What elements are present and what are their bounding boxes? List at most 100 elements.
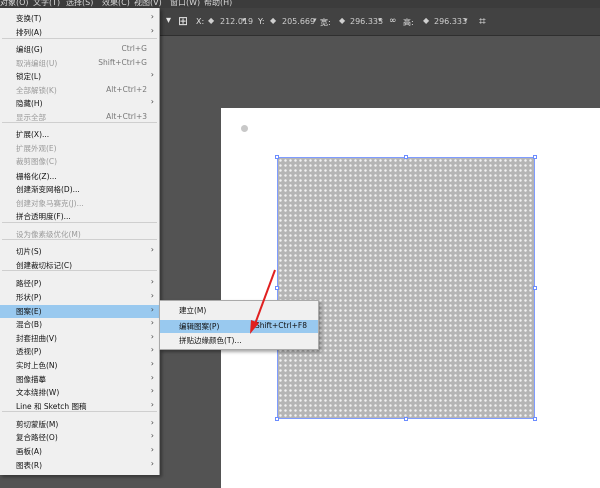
- menu-item[interactable]: 排列(A) ›: [0, 26, 159, 39]
- width-stepper[interactable]: ◆: [339, 16, 345, 25]
- chevron-right-icon: ›: [150, 12, 154, 21]
- chevron-right-icon: ›: [150, 26, 154, 35]
- y-label: Y:: [258, 17, 265, 26]
- menu-item[interactable]: 形状(P) ›: [0, 291, 159, 304]
- link-icon[interactable]: ∞: [389, 16, 397, 26]
- menu-item[interactable]: 设为像素级优化(M): [0, 228, 159, 241]
- menu-item[interactable]: 裁剪图像(C): [0, 155, 159, 168]
- menu-item-label: 剪切蒙版(M): [16, 420, 59, 429]
- menu-item[interactable]: 封套扭曲(V) ›: [0, 332, 159, 345]
- chevron-right-icon: ›: [150, 332, 154, 341]
- chevron-right-icon: ›: [150, 400, 154, 409]
- menu-item-label: 混合(B): [16, 320, 42, 329]
- menu-item-label: 创建对象马赛克(J)...: [16, 199, 84, 208]
- menu-item[interactable]: 全部解锁(K) Alt+Ctrl+2: [0, 84, 159, 97]
- y-stepper[interactable]: ◆: [270, 16, 276, 25]
- menu-item-label: 图案(E): [16, 307, 42, 316]
- menu-item-label: 全部解锁(K): [16, 86, 57, 95]
- menu-item[interactable]: Line 和 Sketch 图稿 ›: [0, 400, 159, 413]
- menu-bar: 对象(O) 文字(T) 选择(S) 效果(C) 视图(V) 窗口(W) 帮助(H): [0, 0, 600, 8]
- menu-item[interactable]: 扩展外观(E): [0, 142, 159, 155]
- menu-item[interactable]: 文本绕排(W) ›: [0, 386, 159, 399]
- menu-item[interactable]: 复合路径(O) ›: [0, 431, 159, 444]
- menu-item[interactable]: 路径(P) ›: [0, 277, 159, 290]
- chevron-right-icon: ›: [150, 318, 154, 327]
- menu-item[interactable]: 隐藏(H) ›: [0, 97, 159, 110]
- y-unit-dropdown[interactable]: ▾: [313, 16, 317, 24]
- menu-item-label: 封套扭曲(V): [16, 334, 57, 343]
- pattern-submenu: 建立(M) 编辑图案(P) Shift+Ctrl+F8 拼贴边缘颜色(T)...: [159, 300, 319, 350]
- menu-item-label: 裁剪图像(C): [16, 157, 58, 166]
- menu-item[interactable]: 透视(P) ›: [0, 345, 159, 358]
- height-field[interactable]: 296.333: [432, 16, 468, 28]
- menu-item[interactable]: 切片(S) ›: [0, 245, 159, 258]
- menu-item-label: 变换(T): [16, 14, 42, 23]
- menu-item[interactable]: 创建渐变网格(D)...: [0, 183, 159, 196]
- menu-item[interactable]: 栅格化(Z)...: [0, 170, 159, 183]
- selection-handle[interactable]: [533, 286, 537, 290]
- menu-item-label: 透视(P): [16, 347, 42, 356]
- chevron-right-icon: ›: [150, 345, 154, 354]
- menubar-item[interactable]: 帮助(H): [204, 0, 232, 8]
- x-stepper[interactable]: ◆: [208, 16, 214, 25]
- menu-item-shortcut: Alt+Ctrl+2: [106, 85, 147, 94]
- height-unit-dropdown[interactable]: ▾: [464, 16, 468, 24]
- x-unit-dropdown[interactable]: ▾: [242, 16, 246, 24]
- selection-handle[interactable]: [404, 155, 408, 159]
- menubar-item[interactable]: 文字(T): [33, 0, 60, 8]
- menu-item[interactable]: 取消编组(U) Shift+Ctrl+G: [0, 57, 159, 70]
- menu-item[interactable]: 创建对象马赛克(J)...: [0, 197, 159, 210]
- artboard-marker: [241, 125, 248, 132]
- menu-item[interactable]: 实时上色(N) ›: [0, 359, 159, 372]
- menu-item[interactable]: 混合(B) ›: [0, 318, 159, 331]
- menu-item[interactable]: 图表(R) ›: [0, 459, 159, 472]
- menu-item[interactable]: 扩展(X)...: [0, 128, 159, 141]
- width-unit-dropdown[interactable]: ▾: [378, 16, 382, 24]
- reference-point-icon[interactable]: ⊞: [178, 14, 188, 28]
- menu-item[interactable]: 变换(T) ›: [0, 12, 159, 25]
- menu-item-label: 取消编组(U): [16, 59, 58, 68]
- menu-item-label: 图表(R): [16, 461, 43, 470]
- selection-handle[interactable]: [275, 417, 279, 421]
- menu-item[interactable]: 图像描摹 ›: [0, 373, 159, 386]
- menu-item-label: 实时上色(N): [16, 361, 58, 370]
- menu-item[interactable]: 显示全部 Alt+Ctrl+3: [0, 111, 159, 124]
- submenu-item-label: 编辑图案(P): [179, 322, 220, 331]
- menu-item[interactable]: 编组(G) Ctrl+G: [0, 43, 159, 56]
- menubar-item[interactable]: 视图(V): [134, 0, 162, 8]
- submenu-item[interactable]: 建立(M): [160, 304, 318, 317]
- chevron-right-icon: ›: [150, 277, 154, 286]
- menu-item-label: Line 和 Sketch 图稿: [16, 402, 87, 411]
- selection-handle[interactable]: [533, 417, 537, 421]
- submenu-item[interactable]: 拼贴边缘颜色(T)...: [160, 334, 318, 347]
- submenu-item[interactable]: 编辑图案(P) Shift+Ctrl+F8: [160, 320, 318, 333]
- menu-item[interactable]: 拼合透明度(F)...: [0, 210, 159, 223]
- chevron-right-icon: ›: [150, 359, 154, 368]
- menu-item[interactable]: 图案(E) ›: [0, 305, 159, 318]
- chevron-down-icon[interactable]: ▾: [166, 15, 171, 26]
- menu-item[interactable]: 剪切蒙版(M) ›: [0, 418, 159, 431]
- width-label: 宽:: [320, 18, 331, 27]
- menubar-item[interactable]: 窗口(W): [170, 0, 200, 8]
- menu-item-label: 形状(P): [16, 293, 42, 302]
- selection-handle[interactable]: [275, 155, 279, 159]
- menu-item-label: 文本绕排(W): [16, 388, 60, 397]
- menu-item-shortcut: Ctrl+G: [121, 44, 147, 53]
- menu-item-label: 路径(P): [16, 279, 42, 288]
- menu-item[interactable]: 创建裁切标记(C): [0, 259, 159, 272]
- selection-handle[interactable]: [533, 155, 537, 159]
- height-stepper[interactable]: ◆: [423, 16, 429, 25]
- x-field[interactable]: 212.019: [218, 16, 256, 28]
- menubar-item[interactable]: 效果(C): [102, 0, 130, 8]
- chevron-right-icon: ›: [150, 97, 154, 106]
- chevron-right-icon: ›: [150, 386, 154, 395]
- menu-item-label: 显示全部: [16, 113, 46, 122]
- menubar-item[interactable]: 选择(S): [66, 0, 93, 8]
- pattern-swatch-object[interactable]: [277, 157, 535, 419]
- menubar-item[interactable]: 对象(O): [0, 0, 29, 8]
- selection-handle[interactable]: [404, 417, 408, 421]
- transform-icon[interactable]: ⌗: [479, 14, 486, 29]
- menu-item[interactable]: 锁定(L) ›: [0, 70, 159, 83]
- menu-item[interactable]: 画板(A) ›: [0, 445, 159, 458]
- chevron-right-icon: ›: [150, 418, 154, 427]
